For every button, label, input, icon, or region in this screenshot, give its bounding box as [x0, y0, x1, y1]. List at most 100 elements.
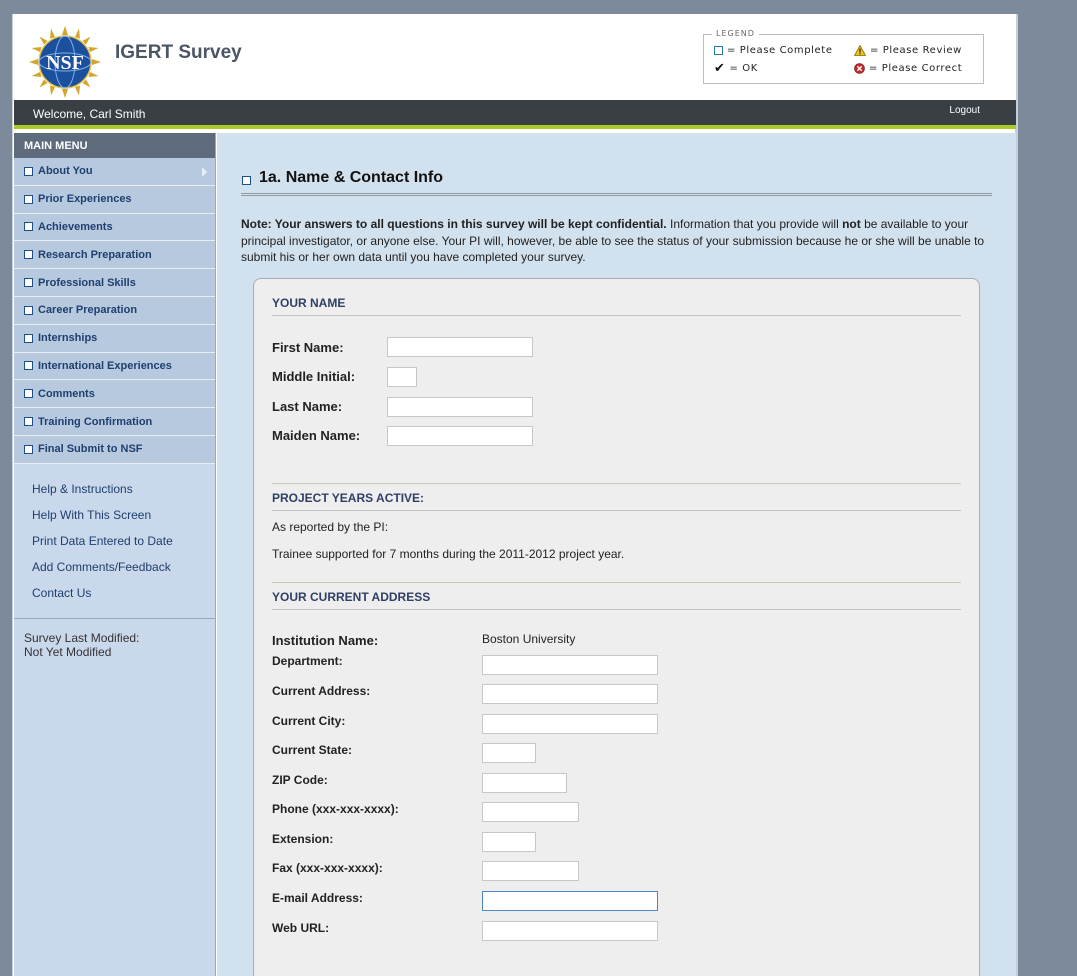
legend-please-complete: = Please Complete	[714, 45, 833, 56]
legend-please-complete-label: = Please Complete	[727, 45, 833, 56]
status-box-icon	[24, 389, 33, 399]
sidebar-item-label: Professional Skills	[38, 276, 136, 289]
email-label: E-mail Address:	[272, 891, 363, 905]
fax-input[interactable]	[482, 861, 579, 881]
sidebar-item-career-preparation[interactable]: Career Preparation	[14, 296, 215, 325]
section-divider	[272, 483, 961, 484]
sidebar: MAIN MENU About You Prior Experiences Ac…	[14, 133, 216, 976]
sidebar-item-label: Comments	[38, 387, 95, 400]
sidebar-item-final-submit[interactable]: Final Submit to NSF	[14, 435, 215, 464]
status-box-icon	[24, 444, 33, 454]
status-box-icon	[24, 166, 33, 176]
sidebar-item-comments[interactable]: Comments	[14, 380, 215, 409]
phone-label: Phone (xxx-xxx-xxxx):	[272, 802, 399, 816]
legend: LEGEND = Please Complete = Please Review…	[703, 29, 984, 84]
legend-please-correct: = Please Correct	[854, 63, 962, 74]
empty-box-icon	[714, 46, 723, 55]
zip-code-input[interactable]	[482, 773, 567, 793]
project-years-detail: Trainee supported for 7 months during th…	[272, 547, 625, 561]
current-address-input[interactable]	[482, 684, 658, 704]
welcome-message: Welcome, Carl Smith	[33, 107, 146, 121]
legend-title: LEGEND	[712, 29, 759, 38]
middle-initial-input[interactable]	[387, 367, 417, 387]
form-card: YOUR NAME First Name: Middle Initial: La…	[253, 278, 980, 976]
sidebar-item-about-you[interactable]: About You	[14, 158, 215, 186]
sidebar-item-international-experiences[interactable]: International Experiences	[14, 352, 215, 381]
legend-please-review-label: = Please Review	[870, 45, 962, 56]
institution-name-label: Institution Name:	[272, 633, 379, 648]
logout-link[interactable]: Logout	[949, 105, 980, 116]
status-box-icon	[24, 250, 33, 260]
department-input[interactable]	[482, 655, 658, 675]
chevron-right-icon	[202, 167, 207, 177]
sidebar-item-label: Training Confirmation	[38, 415, 153, 428]
header: NSF IGERT Survey LEGEND = Please Complet…	[13, 14, 1016, 100]
sidebar-item-label: Career Preparation	[38, 304, 138, 317]
fax-label: Fax (xxx-xxx-xxxx):	[272, 861, 383, 875]
page-title: 1a. Name & Contact Info	[259, 169, 444, 186]
sidebar-item-label: International Experiences	[38, 359, 172, 372]
extension-label: Extension:	[272, 832, 334, 846]
note-not-text: not	[842, 217, 861, 231]
sidebar-item-label: About You	[38, 165, 93, 178]
legend-ok-label: = OK	[729, 63, 758, 74]
zip-code-label: ZIP Code:	[272, 773, 328, 787]
status-box-icon	[24, 194, 33, 204]
maiden-name-label: Maiden Name:	[272, 428, 361, 443]
current-state-label: Current State:	[272, 743, 353, 757]
sidebar-item-research-preparation[interactable]: Research Preparation	[14, 241, 215, 270]
last-name-input[interactable]	[387, 397, 533, 417]
sidebar-item-internships[interactable]: Internships	[14, 324, 215, 353]
legend-ok: ✔ = OK	[714, 60, 758, 76]
print-data-link[interactable]: Print Data Entered to Date	[32, 534, 215, 550]
web-url-label: Web URL:	[272, 921, 330, 935]
page-title-row: 1a. Name & Contact Info	[241, 169, 992, 196]
project-years-heading: PROJECT YEARS ACTIVE:	[272, 491, 961, 511]
current-city-label: Current City:	[272, 714, 346, 728]
survey-modified-value: Not Yet Modified	[24, 644, 112, 659]
status-box-icon	[24, 278, 33, 288]
last-name-label: Last Name:	[272, 399, 343, 414]
legend-please-review: = Please Review	[854, 45, 962, 56]
nsf-logo-icon: NSF	[29, 26, 101, 98]
web-url-input[interactable]	[482, 921, 658, 941]
check-icon: ✔	[714, 60, 726, 76]
top-bar: Welcome, Carl Smith Logout	[14, 100, 1016, 129]
status-box-icon	[24, 417, 33, 427]
contact-us-link[interactable]: Contact Us	[32, 586, 215, 602]
email-input[interactable]	[482, 891, 658, 911]
phone-input[interactable]	[482, 802, 579, 822]
note-bold-text: Note: Your answers to all questions in t…	[241, 217, 667, 231]
note-text-1: Information that you provide will	[666, 217, 843, 231]
sidebar-item-prior-experiences[interactable]: Prior Experiences	[14, 185, 215, 214]
help-instructions-link[interactable]: Help & Instructions	[32, 482, 215, 498]
department-label: Department:	[272, 654, 343, 668]
sidebar-item-label: Internships	[38, 332, 98, 345]
your-name-heading: YOUR NAME	[272, 296, 961, 316]
extension-input[interactable]	[482, 832, 536, 852]
status-box-icon	[24, 361, 33, 371]
current-address-label: Current Address:	[272, 684, 371, 698]
first-name-input[interactable]	[387, 337, 533, 357]
sidebar-item-label: Research Preparation	[38, 248, 152, 261]
status-box-icon	[242, 176, 251, 185]
app-title: IGERT Survey	[115, 42, 242, 63]
current-state-input[interactable]	[482, 743, 536, 763]
warning-icon	[854, 45, 866, 56]
error-icon	[854, 63, 865, 74]
sidebar-item-professional-skills[interactable]: Professional Skills	[14, 269, 215, 297]
add-comments-link[interactable]: Add Comments/Feedback	[32, 560, 215, 576]
current-address-heading: YOUR CURRENT ADDRESS	[272, 590, 961, 610]
current-city-input[interactable]	[482, 714, 658, 734]
institution-name-value: Boston University	[482, 632, 576, 646]
help-this-screen-link[interactable]: Help With This Screen	[32, 508, 215, 524]
sidebar-item-label: Prior Experiences	[38, 193, 132, 206]
maiden-name-input[interactable]	[387, 426, 533, 446]
first-name-label: First Name:	[272, 340, 344, 355]
middle-initial-label: Middle Initial:	[272, 369, 356, 384]
sidebar-item-achievements[interactable]: Achievements	[14, 213, 215, 242]
status-box-icon	[24, 222, 33, 232]
survey-modified-status: Survey Last Modified: Not Yet Modified	[14, 619, 215, 671]
main-content: 1a. Name & Contact Info Note: Your answe…	[217, 133, 1016, 976]
sidebar-item-training-confirmation[interactable]: Training Confirmation	[14, 408, 215, 436]
